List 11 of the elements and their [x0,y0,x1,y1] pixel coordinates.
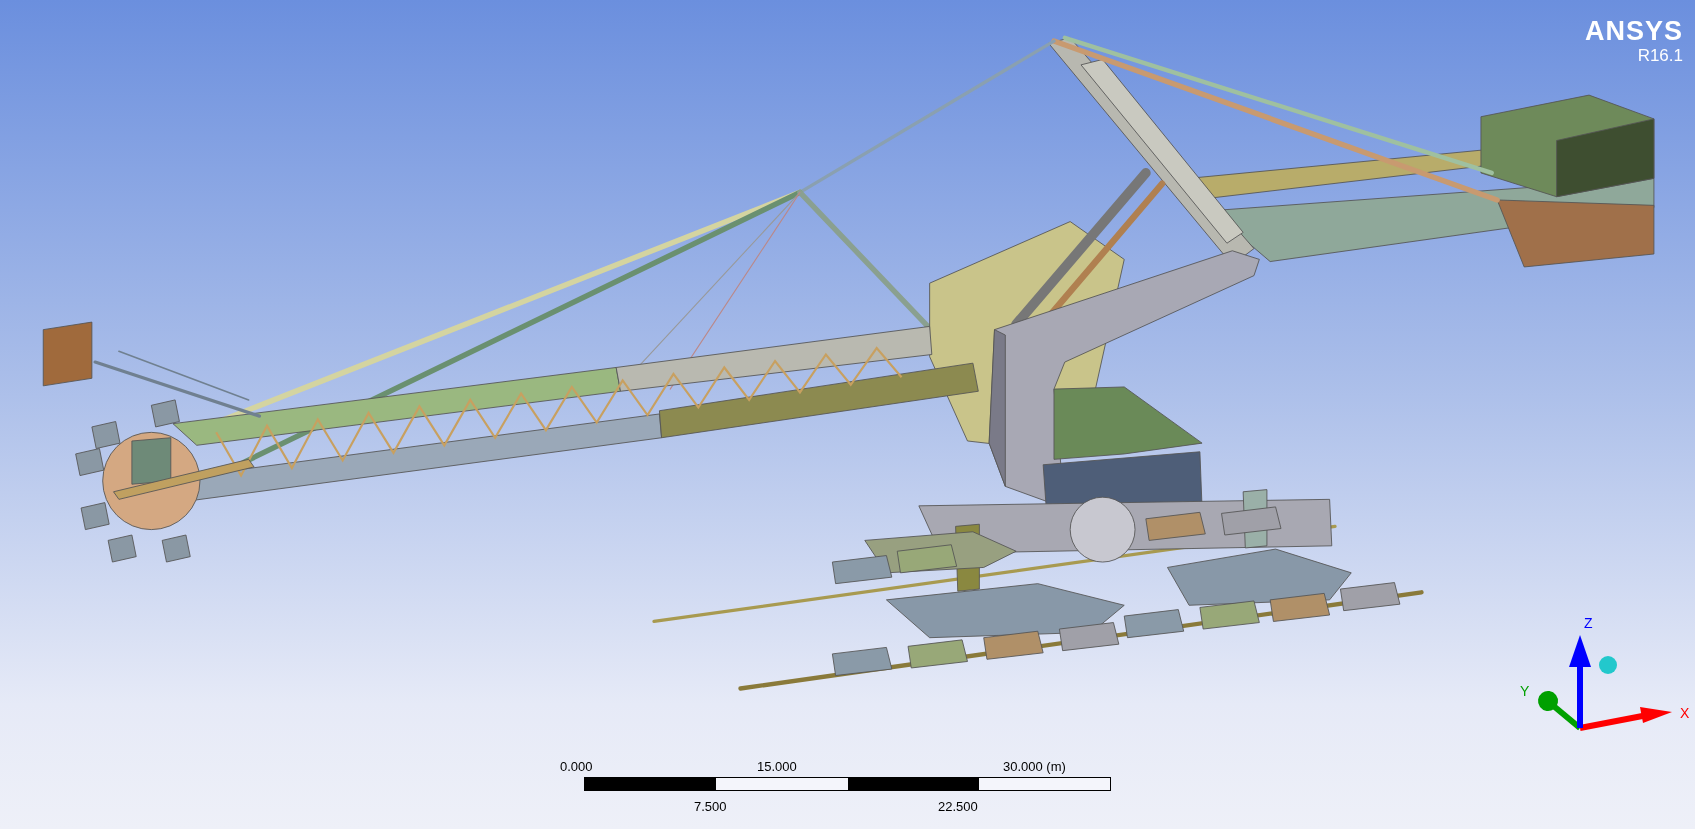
logo-name: ANSYS [1584,16,1683,46]
scale-label: 15.000 [757,759,797,774]
scale-label: 30.000 (m) [1003,759,1066,774]
sphere-icon [1599,656,1617,674]
axis-label: X [1680,705,1690,721]
version-label: R16.1 [1637,46,1683,66]
axis-label: Y [1520,683,1530,699]
scale-label: 7.500 [694,799,727,814]
scale-label: 22.500 [938,799,978,814]
scale-label: 0.000 [560,759,593,774]
axis-label: Z [1584,615,1593,631]
